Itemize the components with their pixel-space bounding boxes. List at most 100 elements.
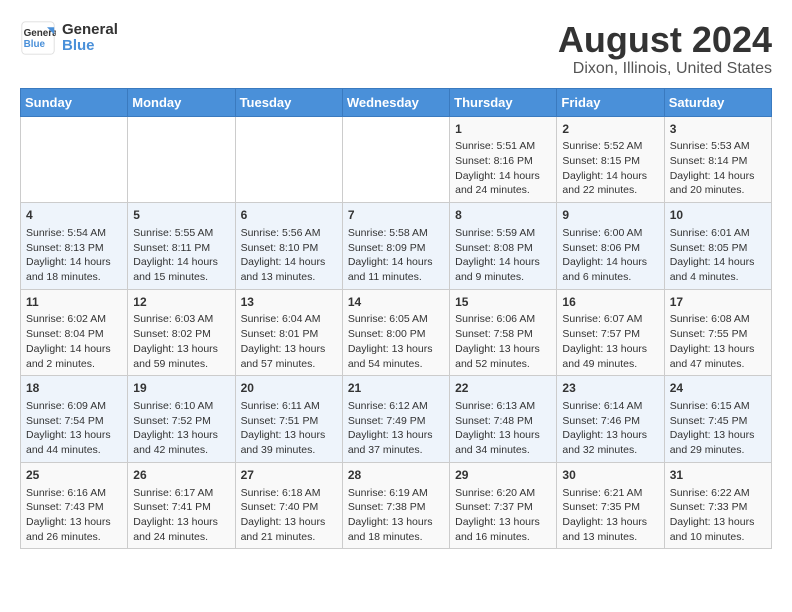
day-info: Sunrise: 5:52 AM Sunset: 8:15 PM Dayligh… bbox=[562, 140, 647, 196]
logo: General Blue General Blue bbox=[20, 20, 118, 56]
calendar-cell: 17 Sunrise: 6:08 AM Sunset: 7:55 PM Dayli… bbox=[664, 289, 771, 376]
calendar-cell bbox=[128, 116, 235, 203]
calendar-cell: 18 Sunrise: 6:09 AM Sunset: 7:54 PM Dayli… bbox=[21, 376, 128, 463]
day-number: 12 bbox=[133, 294, 229, 311]
day-number: 13 bbox=[241, 294, 337, 311]
day-info: Sunrise: 6:20 AM Sunset: 7:37 PM Dayligh… bbox=[455, 487, 540, 543]
day-info: Sunrise: 5:58 AM Sunset: 8:09 PM Dayligh… bbox=[348, 227, 433, 283]
calendar-cell: 26 Sunrise: 6:17 AM Sunset: 7:41 PM Dayli… bbox=[128, 462, 235, 549]
calendar-cell bbox=[342, 116, 449, 203]
week-row-3: 18 Sunrise: 6:09 AM Sunset: 7:54 PM Dayli… bbox=[21, 376, 772, 463]
day-number: 14 bbox=[348, 294, 444, 311]
calendar-cell: 28 Sunrise: 6:19 AM Sunset: 7:38 PM Dayli… bbox=[342, 462, 449, 549]
day-info: Sunrise: 6:10 AM Sunset: 7:52 PM Dayligh… bbox=[133, 400, 218, 456]
calendar-table: SundayMondayTuesdayWednesdayThursdayFrid… bbox=[20, 88, 772, 550]
calendar-cell: 23 Sunrise: 6:14 AM Sunset: 7:46 PM Dayli… bbox=[557, 376, 664, 463]
calendar-cell: 15Sunrise: 6:06 AM Sunset: 7:58 PM Dayli… bbox=[450, 289, 557, 376]
week-row-0: 1 Sunrise: 5:51 AM Sunset: 8:16 PM Daylig… bbox=[21, 116, 772, 203]
day-info: Sunrise: 5:51 AM Sunset: 8:16 PM Dayligh… bbox=[455, 140, 540, 196]
day-number: 10 bbox=[670, 207, 766, 224]
day-info: Sunrise: 5:59 AM Sunset: 8:08 PM Dayligh… bbox=[455, 227, 540, 283]
title-block: August 2024 Dixon, Illinois, United Stat… bbox=[558, 20, 772, 78]
day-info: Sunrise: 6:05 AM Sunset: 8:00 PM Dayligh… bbox=[348, 313, 433, 369]
day-info: Sunrise: 6:13 AM Sunset: 7:48 PM Dayligh… bbox=[455, 400, 540, 456]
day-info: Sunrise: 6:07 AM Sunset: 7:57 PM Dayligh… bbox=[562, 313, 647, 369]
day-number: 5 bbox=[133, 207, 229, 224]
day-number: 17 bbox=[670, 294, 766, 311]
header-cell-friday: Friday bbox=[557, 88, 664, 116]
calendar-cell: 13Sunrise: 6:04 AM Sunset: 8:01 PM Dayli… bbox=[235, 289, 342, 376]
day-number: 21 bbox=[348, 380, 444, 397]
day-number: 31 bbox=[670, 467, 766, 484]
calendar-cell: 7 Sunrise: 5:58 AM Sunset: 8:09 PM Daylig… bbox=[342, 203, 449, 290]
calendar-cell: 5Sunrise: 5:55 AM Sunset: 8:11 PM Daylig… bbox=[128, 203, 235, 290]
main-title: August 2024 bbox=[558, 20, 772, 60]
calendar-cell: 21Sunrise: 6:12 AM Sunset: 7:49 PM Dayli… bbox=[342, 376, 449, 463]
day-info: Sunrise: 6:01 AM Sunset: 8:05 PM Dayligh… bbox=[670, 227, 755, 283]
day-number: 19 bbox=[133, 380, 229, 397]
day-number: 30 bbox=[562, 467, 658, 484]
day-number: 1 bbox=[455, 121, 551, 138]
day-info: Sunrise: 6:03 AM Sunset: 8:02 PM Dayligh… bbox=[133, 313, 218, 369]
day-info: Sunrise: 6:19 AM Sunset: 7:38 PM Dayligh… bbox=[348, 487, 433, 543]
day-info: Sunrise: 6:08 AM Sunset: 7:55 PM Dayligh… bbox=[670, 313, 755, 369]
day-number: 8 bbox=[455, 207, 551, 224]
calendar-cell: 31Sunrise: 6:22 AM Sunset: 7:33 PM Dayli… bbox=[664, 462, 771, 549]
header-cell-tuesday: Tuesday bbox=[235, 88, 342, 116]
day-info: Sunrise: 6:11 AM Sunset: 7:51 PM Dayligh… bbox=[241, 400, 326, 456]
day-info: Sunrise: 6:09 AM Sunset: 7:54 PM Dayligh… bbox=[26, 400, 111, 456]
day-info: Sunrise: 6:02 AM Sunset: 8:04 PM Dayligh… bbox=[26, 313, 111, 369]
calendar-cell: 29Sunrise: 6:20 AM Sunset: 7:37 PM Dayli… bbox=[450, 462, 557, 549]
day-number: 27 bbox=[241, 467, 337, 484]
header-cell-monday: Monday bbox=[128, 88, 235, 116]
header-cell-saturday: Saturday bbox=[664, 88, 771, 116]
header: General Blue General Blue August 2024 Di… bbox=[20, 20, 772, 78]
calendar-cell: 16 Sunrise: 6:07 AM Sunset: 7:57 PM Dayli… bbox=[557, 289, 664, 376]
calendar-cell bbox=[235, 116, 342, 203]
week-row-1: 4Sunrise: 5:54 AM Sunset: 8:13 PM Daylig… bbox=[21, 203, 772, 290]
calendar-cell: 9 Sunrise: 6:00 AM Sunset: 8:06 PM Daylig… bbox=[557, 203, 664, 290]
calendar-cell: 20 Sunrise: 6:11 AM Sunset: 7:51 PM Dayli… bbox=[235, 376, 342, 463]
day-number: 18 bbox=[26, 380, 122, 397]
logo-line1: General bbox=[62, 22, 118, 39]
day-number: 2 bbox=[562, 121, 658, 138]
header-cell-thursday: Thursday bbox=[450, 88, 557, 116]
day-number: 22 bbox=[455, 380, 551, 397]
calendar-cell: 25Sunrise: 6:16 AM Sunset: 7:43 PM Dayli… bbox=[21, 462, 128, 549]
day-info: Sunrise: 6:00 AM Sunset: 8:06 PM Dayligh… bbox=[562, 227, 647, 283]
calendar-cell: 24 Sunrise: 6:15 AM Sunset: 7:45 PM Dayli… bbox=[664, 376, 771, 463]
subtitle: Dixon, Illinois, United States bbox=[558, 60, 772, 78]
calendar-header: SundayMondayTuesdayWednesdayThursdayFrid… bbox=[21, 88, 772, 116]
calendar-cell: 19 Sunrise: 6:10 AM Sunset: 7:52 PM Dayli… bbox=[128, 376, 235, 463]
calendar-cell: 2 Sunrise: 5:52 AM Sunset: 8:15 PM Daylig… bbox=[557, 116, 664, 203]
day-info: Sunrise: 6:16 AM Sunset: 7:43 PM Dayligh… bbox=[26, 487, 111, 543]
day-number: 23 bbox=[562, 380, 658, 397]
day-number: 20 bbox=[241, 380, 337, 397]
calendar-cell: 27 Sunrise: 6:18 AM Sunset: 7:40 PM Dayli… bbox=[235, 462, 342, 549]
calendar-cell: 8 Sunrise: 5:59 AM Sunset: 8:08 PM Daylig… bbox=[450, 203, 557, 290]
day-info: Sunrise: 6:14 AM Sunset: 7:46 PM Dayligh… bbox=[562, 400, 647, 456]
day-number: 26 bbox=[133, 467, 229, 484]
calendar-cell bbox=[21, 116, 128, 203]
day-number: 15 bbox=[455, 294, 551, 311]
week-row-4: 25Sunrise: 6:16 AM Sunset: 7:43 PM Dayli… bbox=[21, 462, 772, 549]
calendar-cell: 11Sunrise: 6:02 AM Sunset: 8:04 PM Dayli… bbox=[21, 289, 128, 376]
day-info: Sunrise: 6:17 AM Sunset: 7:41 PM Dayligh… bbox=[133, 487, 218, 543]
day-number: 9 bbox=[562, 207, 658, 224]
day-number: 28 bbox=[348, 467, 444, 484]
day-number: 7 bbox=[348, 207, 444, 224]
day-info: Sunrise: 6:15 AM Sunset: 7:45 PM Dayligh… bbox=[670, 400, 755, 456]
day-info: Sunrise: 6:18 AM Sunset: 7:40 PM Dayligh… bbox=[241, 487, 326, 543]
day-info: Sunrise: 5:54 AM Sunset: 8:13 PM Dayligh… bbox=[26, 227, 111, 283]
header-cell-wednesday: Wednesday bbox=[342, 88, 449, 116]
logo-icon: General Blue bbox=[20, 20, 56, 56]
day-number: 24 bbox=[670, 380, 766, 397]
calendar-cell: 1 Sunrise: 5:51 AM Sunset: 8:16 PM Daylig… bbox=[450, 116, 557, 203]
calendar-cell: 14 Sunrise: 6:05 AM Sunset: 8:00 PM Dayli… bbox=[342, 289, 449, 376]
day-number: 16 bbox=[562, 294, 658, 311]
calendar-cell: 6Sunrise: 5:56 AM Sunset: 8:10 PM Daylig… bbox=[235, 203, 342, 290]
header-row: SundayMondayTuesdayWednesdayThursdayFrid… bbox=[21, 88, 772, 116]
week-row-2: 11Sunrise: 6:02 AM Sunset: 8:04 PM Dayli… bbox=[21, 289, 772, 376]
calendar-cell: 12 Sunrise: 6:03 AM Sunset: 8:02 PM Dayli… bbox=[128, 289, 235, 376]
logo-line2: Blue bbox=[62, 38, 118, 55]
